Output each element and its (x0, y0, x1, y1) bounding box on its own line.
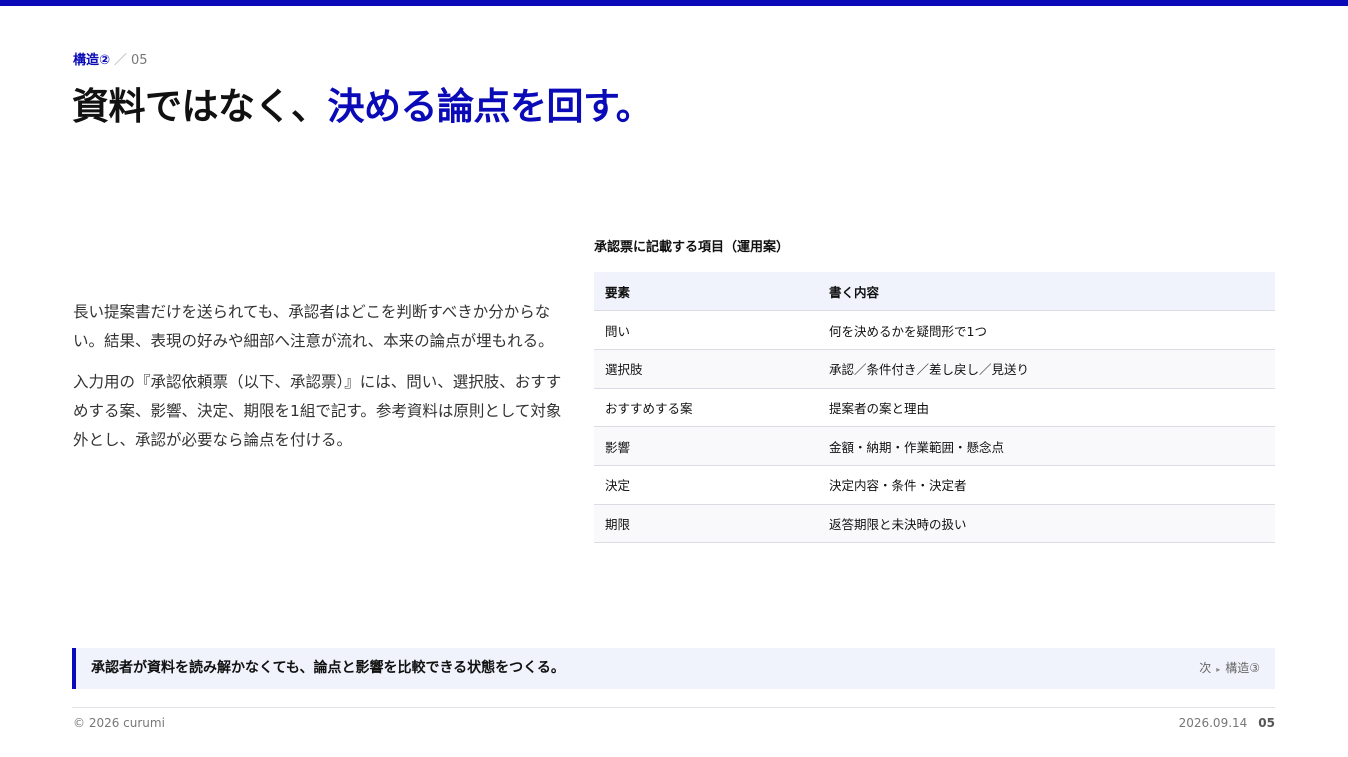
table-row: おすすめする案 提案者の案と理由 (594, 388, 1275, 428)
title-plain: 資料ではなく、 (72, 85, 328, 128)
approval-items-table: 要素 書く内容 問い 何を決めるかを疑問形で1つ 選択肢 承認／条件付き／差し戻… (594, 272, 1275, 544)
footer-copyright: © 2026 curumi (73, 716, 165, 730)
table-row: 問い 何を決めるかを疑問形で1つ (594, 310, 1275, 350)
takeaway-message: 承認者が資料を読み解かなくても、論点と影響を比較できる状態をつくる。 (91, 660, 565, 676)
table-row: 選択肢 承認／条件付き／差し戻し／見送り (594, 349, 1275, 389)
next-section-link[interactable]: 次 ▸ 構造③ (1199, 660, 1260, 678)
top-accent-bar (0, 0, 1348, 6)
table-cell-content: 承認／条件付き／差し戻し／見送り (818, 349, 1275, 389)
table-header-element: 要素 (594, 272, 818, 312)
table-caption: 承認票に記載する項目（運用案） (594, 240, 790, 255)
table-cell-element: 選択肢 (594, 349, 818, 389)
title-highlight: 決める論点を回す。 (327, 85, 653, 128)
table-cell-content: 何を決めるかを疑問形で1つ (818, 310, 1275, 350)
kicker-separator: ／ (114, 53, 128, 68)
table-header-content: 書く内容 (818, 272, 1275, 312)
table-cell-content: 金額・納期・作業範囲・懸念点 (818, 426, 1275, 466)
table-header-row: 要素 書く内容 (594, 272, 1275, 312)
section-label: 構造② (73, 53, 111, 68)
table-cell-element: 決定 (594, 465, 818, 505)
table-row: 影響 金額・納期・作業範囲・懸念点 (594, 426, 1275, 466)
table-cell-element: 影響 (594, 426, 818, 466)
next-arrow-icon: ▸ (1216, 665, 1221, 674)
kicker-page-number: 05 (131, 53, 148, 68)
body-text: 長い提案書だけを送られても、承認者はどこを判断すべきか分からない。結果、表現の好… (73, 298, 569, 455)
takeaway-callout: 承認者が資料を読み解かなくても、論点と影響を比較できる状態をつくる。 次 ▸ 構造③ (72, 648, 1275, 689)
table-row: 決定 決定内容・条件・決定者 (594, 465, 1275, 505)
body-paragraph-2: 入力用の『承認依頼票（以下、承認票）』には、問い、選択肢、おすすめする案、影響、… (73, 373, 562, 449)
page-title: 資料ではなく、決める論点を回す。 (72, 84, 653, 130)
footer-date: 2026.09.14 (1178, 716, 1248, 730)
table-cell-element: 期限 (594, 504, 818, 544)
table-cell-content: 返答期限と未決時の扱い (818, 504, 1275, 544)
next-section-name: 構造③ (1225, 661, 1260, 675)
table-cell-element: おすすめする案 (594, 388, 818, 428)
footer-divider (72, 707, 1275, 708)
table-cell-content: 決定内容・条件・決定者 (818, 465, 1275, 505)
footer-meta: 2026.09.14 05 (1179, 715, 1275, 731)
table-cell-element: 問い (594, 310, 818, 350)
body-paragraph-1: 長い提案書だけを送られても、承認者はどこを判断すべきか分からない。結果、表現の好… (73, 303, 554, 350)
table-row: 期限 返答期限と未決時の扱い (594, 504, 1275, 544)
section-kicker: 構造② ／ 05 (73, 52, 148, 70)
next-label: 次 (1199, 661, 1212, 675)
table-cell-content: 提案者の案と理由 (818, 388, 1275, 428)
footer-page-number: 05 (1258, 716, 1275, 730)
